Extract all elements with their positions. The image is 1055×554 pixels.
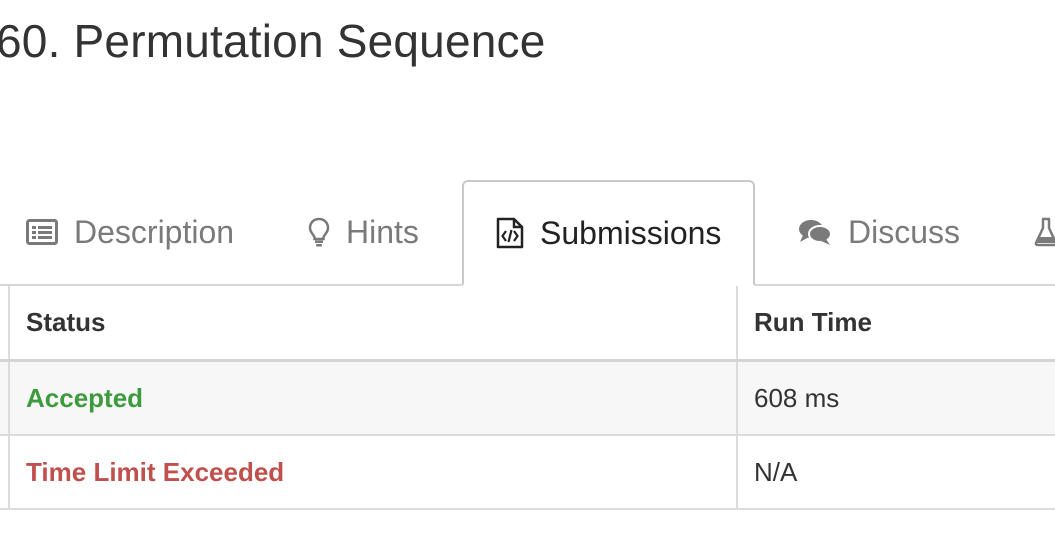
page-title: 60. Permutation Sequence bbox=[0, 15, 546, 67]
runtime-header: Run Time bbox=[754, 307, 872, 337]
tab-label: Hints bbox=[346, 213, 419, 250]
tab-submissions[interactable]: Submissions bbox=[462, 180, 755, 286]
tab-solution[interactable] bbox=[1034, 180, 1055, 284]
column-divider bbox=[8, 286, 10, 359]
submission-status: Accepted bbox=[26, 362, 143, 434]
submission-runtime: 608 ms bbox=[754, 382, 840, 413]
tab-label: Discuss bbox=[848, 213, 961, 250]
status-link-accepted[interactable]: Accepted bbox=[26, 383, 143, 414]
problem-tabs: Description Hints Submissions Discuss bbox=[0, 180, 1055, 286]
table-row: Time Limit Exceeded N/A bbox=[0, 436, 1055, 510]
column-divider bbox=[8, 362, 10, 434]
comments-icon bbox=[798, 218, 832, 246]
submission-status: Time Limit Exceeded bbox=[26, 436, 284, 508]
column-divider bbox=[8, 436, 10, 508]
submissions-table: Status Run Time Accepted 608 ms Time Lim… bbox=[0, 286, 1055, 510]
tab-label: Submissions bbox=[540, 214, 722, 251]
status-header: Status bbox=[26, 307, 106, 337]
lightbulb-icon bbox=[308, 217, 330, 247]
column-divider bbox=[736, 436, 738, 508]
list-alt-icon bbox=[26, 219, 58, 245]
flask-icon bbox=[1034, 217, 1055, 247]
column-divider bbox=[736, 286, 738, 359]
tab-hints[interactable]: Hints bbox=[308, 180, 419, 284]
tab-discuss[interactable]: Discuss bbox=[798, 180, 960, 284]
submission-runtime: N/A bbox=[754, 456, 798, 487]
tab-description[interactable]: Description bbox=[26, 180, 234, 284]
code-file-icon bbox=[496, 217, 524, 249]
table-row: Accepted 608 ms bbox=[0, 362, 1055, 436]
problem-page: 60. Permutation Sequence Description Hin… bbox=[0, 0, 1055, 554]
column-divider bbox=[736, 362, 738, 434]
status-link-time-limit-exceeded[interactable]: Time Limit Exceeded bbox=[26, 457, 284, 488]
table-header-row: Status Run Time bbox=[0, 286, 1055, 362]
tab-label: Description bbox=[74, 213, 235, 250]
